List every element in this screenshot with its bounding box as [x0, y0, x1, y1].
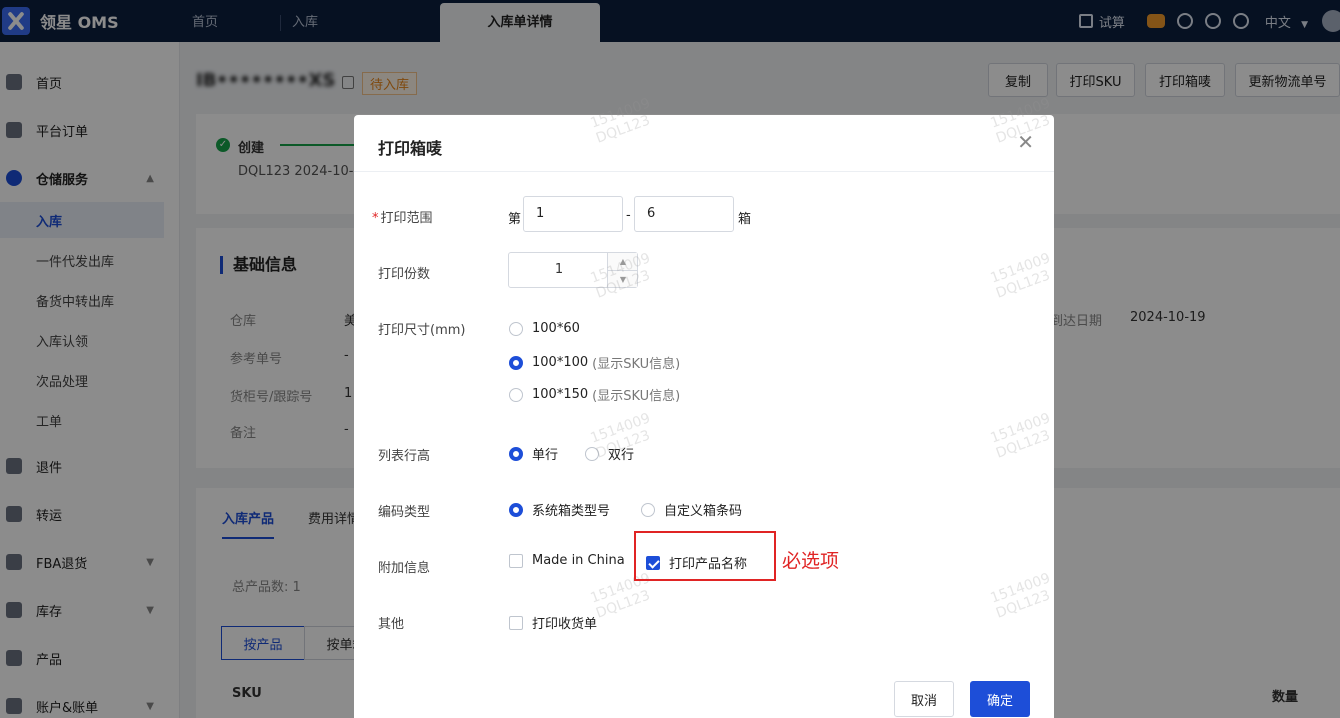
code-system-option[interactable]: 系统箱类型号 — [509, 500, 610, 519]
print-receipt-checkbox[interactable]: 打印收货单 — [509, 613, 597, 632]
copies-stepper[interactable]: 1 ▲ ▼ — [508, 252, 638, 288]
range-to-input[interactable]: 6 — [634, 196, 734, 232]
option-label: 单行 — [532, 448, 559, 463]
other-label: 其他 — [378, 617, 405, 632]
size-option-60[interactable]: 100*60 — [509, 321, 580, 336]
watermark-line: DQL123 — [593, 112, 653, 147]
dialog-title: 打印箱唛 — [378, 139, 443, 158]
extra-info-label: 附加信息 — [378, 561, 431, 576]
made-in-china-checkbox[interactable]: Made in China — [509, 553, 625, 568]
checkbox-icon — [509, 615, 523, 630]
code-custom-option[interactable]: 自定义箱条码 — [641, 500, 742, 519]
copies-value[interactable]: 1 — [509, 253, 609, 287]
size-option-150[interactable]: 100*150 (显示SKU信息) — [509, 385, 680, 404]
size-label: 打印尺寸(mm) — [378, 323, 466, 338]
radio-checked-icon — [509, 355, 523, 370]
watermark: 1514009 DQL123 — [988, 410, 1058, 461]
watermark-line: 1514009 — [988, 250, 1053, 287]
option-label: 自定义箱条码 — [664, 504, 743, 519]
decrement-icon[interactable]: ▼ — [608, 270, 638, 287]
option-label: 100*100 — [532, 355, 589, 370]
watermark: 1514009 DQL123 — [988, 250, 1058, 301]
watermark: 1514009 DQL123 — [988, 570, 1058, 621]
row-double-option[interactable]: 双行 — [585, 444, 634, 463]
radio-icon — [509, 387, 523, 402]
watermark-line: 1514009 — [988, 570, 1053, 607]
annotation-text: 必选项 — [782, 550, 840, 572]
radio-icon — [641, 502, 655, 517]
dialog-divider — [354, 171, 1054, 172]
range-separator: - — [626, 208, 631, 223]
range-from-input[interactable]: 1 — [523, 196, 623, 232]
code-type-label: 编码类型 — [378, 505, 431, 520]
copies-label: 打印份数 — [378, 267, 431, 282]
watermark-line: 1514009 — [988, 410, 1053, 447]
radio-checked-icon — [509, 502, 523, 517]
required-marker: * — [372, 211, 379, 226]
size-option-100[interactable]: 100*100 (显示SKU信息) — [509, 353, 680, 372]
watermark-line: DQL123 — [993, 587, 1053, 622]
checkbox-icon — [509, 553, 523, 568]
option-label: 100*150 — [532, 387, 589, 402]
radio-icon — [585, 446, 599, 461]
increment-icon[interactable]: ▲ — [608, 253, 638, 270]
watermark-line: DQL123 — [993, 427, 1053, 462]
option-label: Made in China — [532, 553, 625, 568]
cancel-button[interactable]: 取消 — [894, 681, 954, 717]
confirm-button[interactable]: 确定 — [970, 681, 1030, 717]
close-icon[interactable]: ✕ — [1017, 131, 1034, 153]
option-label: 100*60 — [532, 321, 580, 336]
radio-icon — [509, 321, 523, 336]
row-single-option[interactable]: 单行 — [509, 444, 558, 463]
stepper-controls: ▲ ▼ — [607, 253, 638, 287]
option-hint: (显示SKU信息) — [592, 357, 681, 372]
annotation-highlight-box — [634, 531, 776, 581]
option-label: 系统箱类型号 — [532, 504, 611, 519]
option-hint: (显示SKU信息) — [592, 389, 681, 404]
option-label: 打印收货单 — [532, 617, 598, 632]
option-label: 双行 — [608, 448, 635, 463]
print-range-text: 打印范围 — [380, 211, 433, 226]
watermark-line: DQL123 — [593, 587, 653, 622]
watermark-line: 1514009 — [588, 410, 653, 447]
print-range-label: * 打印范围 — [372, 207, 433, 226]
print-label-dialog: 打印箱唛 ✕ * 打印范围 第 1 - 6 箱 打印份数 1 ▲ ▼ 打印尺寸(m… — [354, 95, 1054, 718]
range-prefix: 第 — [508, 212, 522, 227]
watermark-line: DQL123 — [993, 267, 1053, 302]
row-height-label: 列表行高 — [378, 449, 431, 464]
range-suffix: 箱 — [738, 212, 752, 227]
radio-checked-icon — [509, 446, 523, 461]
